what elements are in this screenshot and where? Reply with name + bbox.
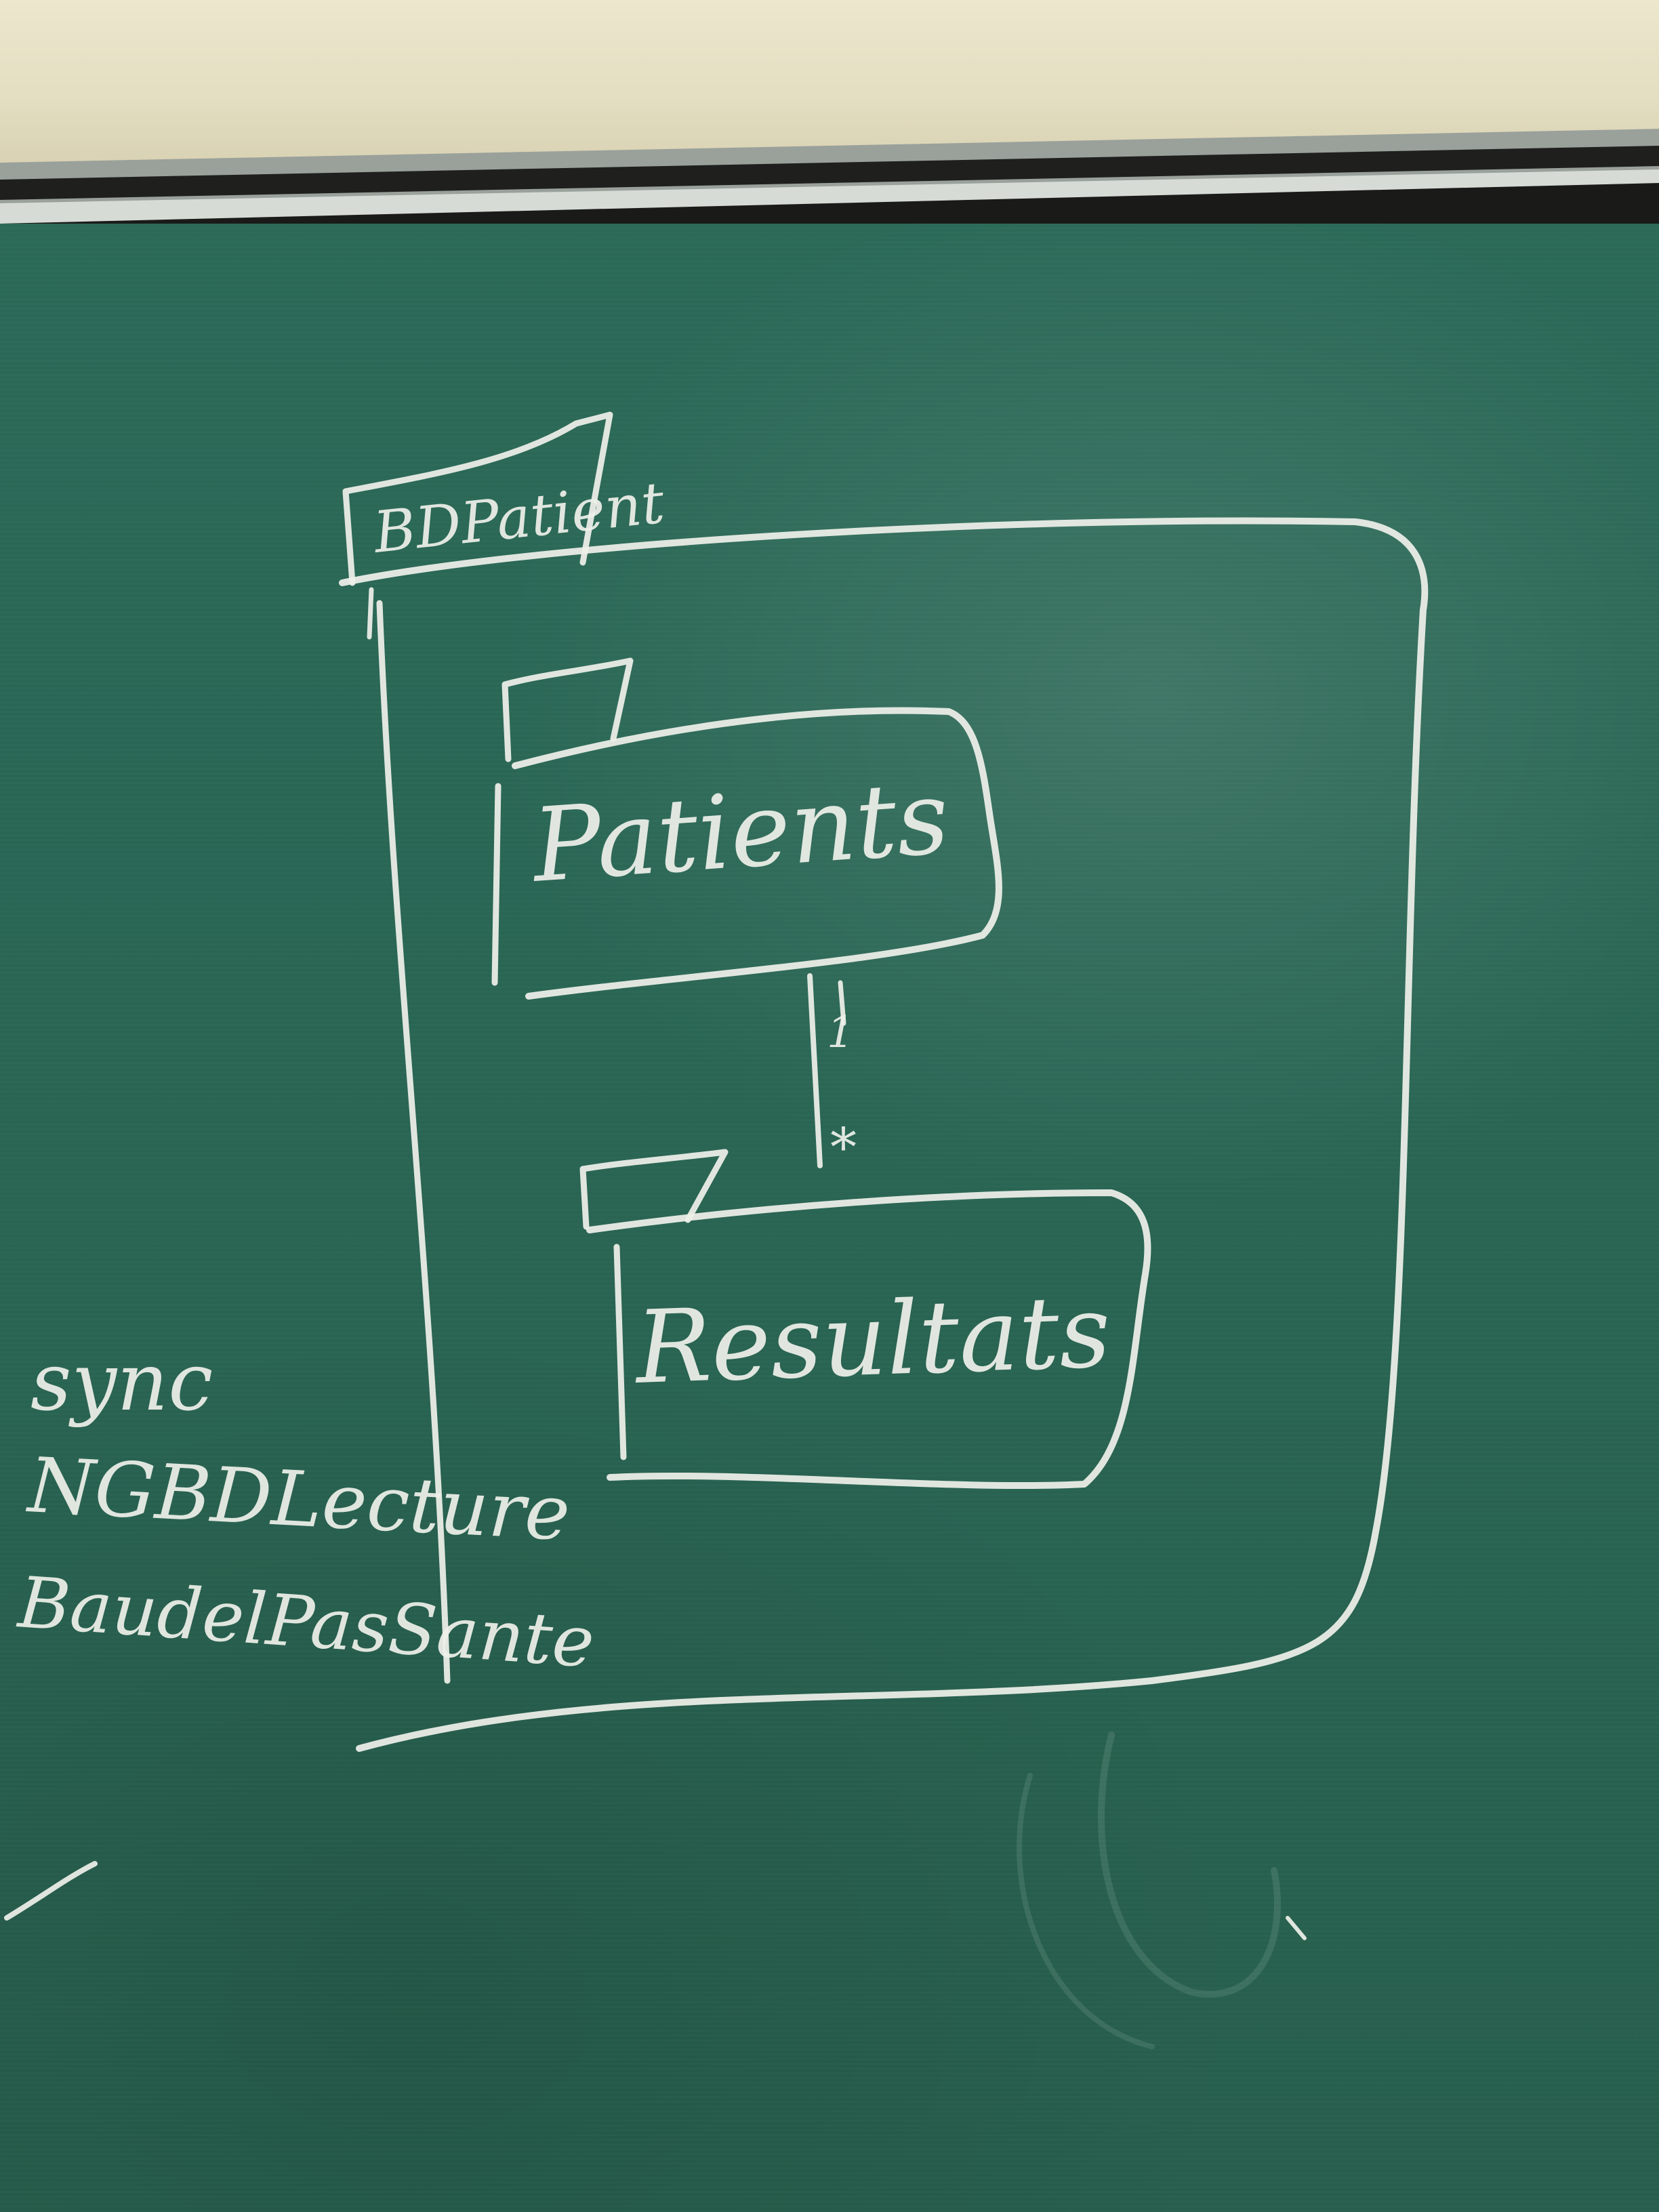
erased-smudge bbox=[1098, 1732, 1281, 1998]
package-patients-label: Patients bbox=[527, 758, 952, 905]
note-line-2: NGBDLecture bbox=[24, 1441, 573, 1558]
association-line bbox=[807, 973, 823, 1168]
erased-smudge bbox=[1017, 1773, 1155, 2049]
chalk-drawing: BDPatient Patients Resultats 1 * sync NG… bbox=[4, 411, 1429, 2049]
note-line-1: sync bbox=[30, 1335, 213, 1429]
outer-package-left-edge bbox=[367, 587, 374, 640]
photo-scene: BDPatient Patients Resultats 1 * sync NG… bbox=[0, 0, 1659, 2212]
outer-package-label: BDPatient bbox=[369, 469, 668, 566]
stray-chalk-stroke bbox=[1286, 1916, 1307, 1940]
multiplicity-bottom: * bbox=[830, 1118, 857, 1179]
resultats-package-left-edge bbox=[613, 1244, 627, 1460]
package-resultats-label: Resultats bbox=[632, 1273, 1112, 1406]
patients-package-left-edge bbox=[491, 783, 501, 986]
stray-chalk-stroke bbox=[4, 1861, 98, 1921]
note-line-3: BaudelPasSante bbox=[14, 1561, 596, 1683]
multiplicity-top: 1 bbox=[827, 1008, 855, 1058]
